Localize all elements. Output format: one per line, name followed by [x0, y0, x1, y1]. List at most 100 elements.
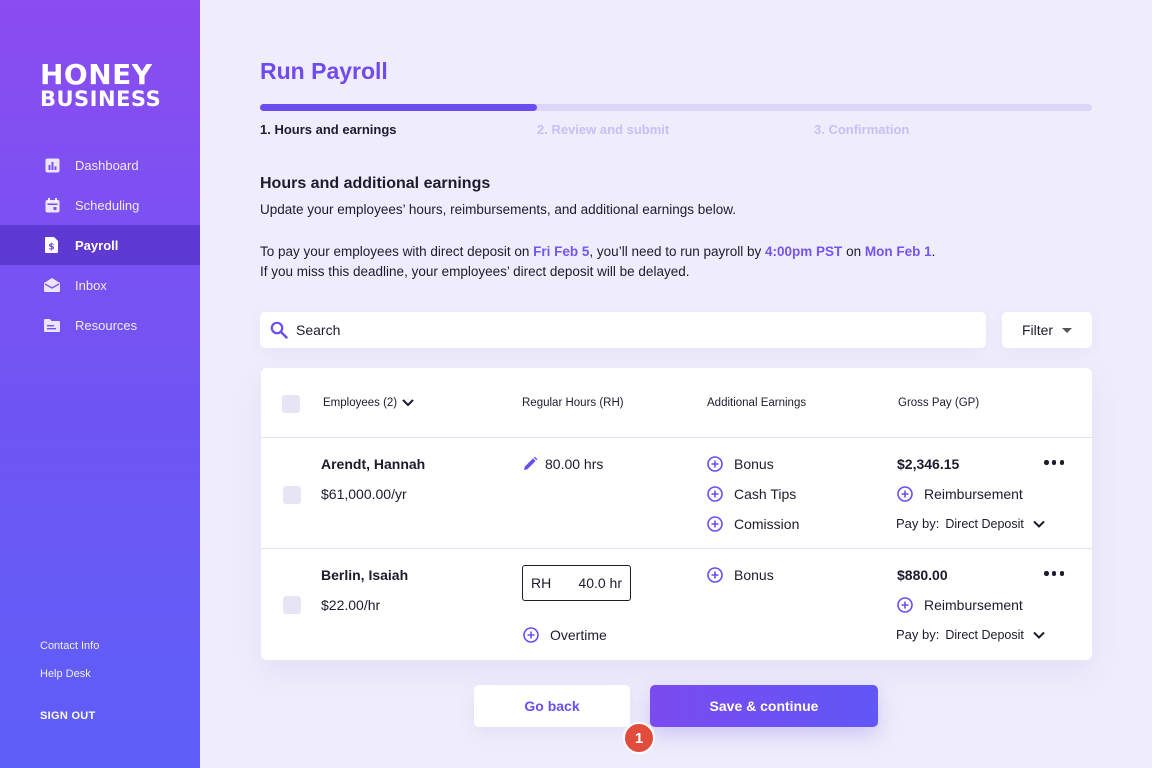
svg-text:$: $: [48, 243, 54, 253]
column-regular-hours: Regular Hours (RH): [522, 397, 624, 409]
search-input[interactable]: Search: [260, 312, 986, 348]
regular-hours-value: 40.0 hr: [578, 575, 622, 591]
earning-label: Bonus: [734, 456, 774, 472]
section-title: Hours and additional earnings: [260, 175, 491, 192]
add-earning-comission[interactable]: Comission: [707, 516, 799, 532]
table-header: Employees (2) Regular Hours (RH) Additio…: [261, 368, 1092, 438]
column-gross-pay: Gross Pay (GP): [898, 397, 980, 409]
row-checkbox[interactable]: [283, 596, 301, 614]
sign-out-link[interactable]: SIGN OUT: [40, 710, 96, 722]
caret-down-icon: [1062, 327, 1073, 333]
table-row: Arendt, Hannah $61,000.00/yr 80.00 hrs B…: [261, 439, 1092, 549]
add-earning-bonus[interactable]: Bonus: [707, 456, 774, 472]
logo[interactable]: HONEY BUSINESS: [40, 58, 162, 112]
progress-bar: [260, 104, 1092, 111]
notification-badge: 1: [623, 722, 655, 754]
deadline-text: .: [931, 244, 936, 259]
deadline-warning: If you miss this deadline, your employee…: [260, 264, 690, 279]
sidebar-item-label: Inbox: [75, 277, 107, 293]
pay-by-select[interactable]: Pay by: Direct Deposit: [896, 627, 1046, 642]
regular-hours-prefix: RH: [531, 575, 552, 591]
more-options-icon[interactable]: [1044, 460, 1064, 466]
plus-circle-icon: [897, 486, 913, 502]
employee-name: Berlin, Isaiah: [321, 567, 409, 583]
pay-by-value: Direct Deposit: [945, 516, 1024, 531]
deadline-text: , you’ll need to run payroll by: [589, 244, 766, 259]
add-overtime[interactable]: Overtime: [523, 627, 607, 643]
plus-circle-icon: [707, 486, 723, 502]
page-title: Run Payroll: [260, 58, 388, 84]
progress-bar-fill: [260, 104, 538, 111]
go-back-button[interactable]: Go back: [474, 685, 630, 727]
plus-circle-icon: [897, 597, 913, 613]
deadline-time: 4:00pm PST: [765, 244, 843, 259]
employee-table: Employees (2) Regular Hours (RH) Additio…: [261, 368, 1092, 660]
sidebar: HONEY BUSINESS Dashboard Scheduling $ Pa…: [0, 0, 200, 768]
add-reimbursement[interactable]: Reimbursement: [897, 486, 1023, 502]
pay-by-label: Pay by:: [896, 516, 940, 531]
sidebar-item-label: Dashboard: [75, 157, 139, 173]
chart-icon: [44, 157, 60, 173]
table-row: Berlin, Isaiah $22.00/hr RH 40.0 hr Over…: [261, 550, 1092, 660]
search-icon: [270, 321, 288, 339]
add-earning-cash-tips[interactable]: Cash Tips: [707, 486, 796, 502]
column-employees[interactable]: Employees (2): [323, 397, 414, 409]
step-hours-and-earnings: 1. Hours and earnings: [260, 122, 397, 137]
plus-circle-icon: [707, 567, 723, 583]
regular-hours[interactable]: 80.00 hrs: [522, 456, 603, 472]
deadline-notice: To pay your employees with direct deposi…: [260, 242, 935, 282]
sidebar-item-resources[interactable]: Resources: [0, 305, 200, 345]
folder-icon: [44, 317, 60, 333]
select-all-checkbox[interactable]: [282, 395, 300, 413]
filter-label: Filter: [1021, 322, 1054, 338]
section-subtitle: Update your employees’ hours, reimbursem…: [260, 202, 737, 217]
save-continue-button[interactable]: Save & continue: [650, 685, 878, 727]
more-options-icon[interactable]: [1044, 571, 1064, 577]
search-placeholder: Search: [296, 322, 341, 338]
calendar-icon: [44, 197, 60, 213]
deadline-text: on: [842, 244, 865, 259]
gross-pay: $2,346.15: [897, 456, 960, 472]
sidebar-item-label: Scheduling: [75, 197, 140, 213]
dollar-document-icon: $: [44, 237, 60, 253]
pay-by-label: Pay by:: [896, 627, 940, 642]
logo-line-2: BUSINESS: [40, 87, 162, 111]
gross-pay: $880.00: [897, 567, 948, 583]
plus-circle-icon: [707, 456, 723, 472]
pencil-icon[interactable]: [522, 456, 538, 472]
plus-circle-icon: [523, 627, 539, 643]
sidebar-item-scheduling[interactable]: Scheduling: [0, 185, 200, 225]
sidebar-footer-links: Contact Info Help Desk: [40, 640, 99, 696]
row-checkbox[interactable]: [283, 486, 301, 504]
sidebar-item-dashboard[interactable]: Dashboard: [0, 145, 200, 185]
sidebar-item-payroll[interactable]: $ Payroll: [0, 225, 200, 265]
run-date: Mon Feb 1: [864, 244, 932, 259]
sidebar-nav: Dashboard Scheduling $ Payroll Inbox Res…: [0, 145, 200, 345]
chevron-down-icon: [1032, 517, 1046, 531]
sidebar-item-inbox[interactable]: Inbox: [0, 265, 200, 305]
employee-name: Arendt, Hannah: [321, 456, 426, 472]
envelope-icon: [44, 277, 60, 293]
chevron-down-icon: [1032, 628, 1046, 642]
reimbursement-label: Reimbursement: [924, 597, 1023, 613]
deposit-date: Fri Feb 5: [533, 244, 590, 259]
logo-line-1: HONEY: [40, 58, 153, 91]
deadline-text: To pay your employees with direct deposi…: [260, 244, 534, 259]
add-reimbursement[interactable]: Reimbursement: [897, 597, 1023, 613]
pay-by-select[interactable]: Pay by: Direct Deposit: [896, 516, 1046, 531]
earning-label: Cash Tips: [734, 486, 797, 502]
column-additional-earnings: Additional Earnings: [707, 397, 807, 409]
add-earning-bonus[interactable]: Bonus: [707, 567, 774, 583]
help-desk-link[interactable]: Help Desk: [40, 668, 99, 696]
step-confirmation: 3. Confirmation: [814, 122, 910, 137]
employee-rate: $22.00/hr: [321, 597, 381, 613]
regular-hours-input[interactable]: RH 40.0 hr: [522, 565, 631, 601]
plus-circle-icon: [707, 516, 723, 532]
chevron-down-icon: [402, 399, 414, 407]
pay-by-value: Direct Deposit: [945, 627, 1024, 642]
sidebar-item-label: Resources: [75, 317, 138, 333]
employee-rate: $61,000.00/yr: [321, 486, 407, 502]
overtime-label: Overtime: [550, 627, 607, 643]
filter-dropdown[interactable]: Filter: [1002, 312, 1092, 348]
contact-info-link[interactable]: Contact Info: [40, 640, 99, 668]
